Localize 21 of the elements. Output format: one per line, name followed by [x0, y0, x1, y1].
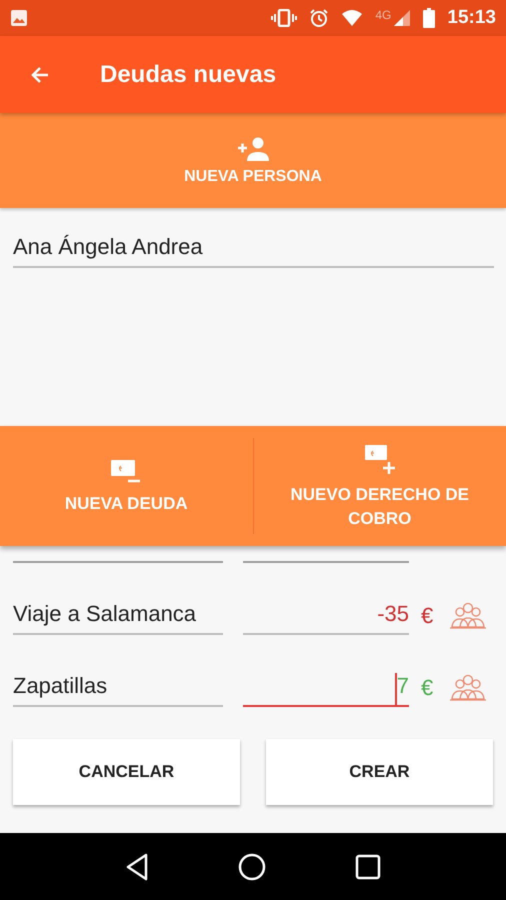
action-button[interactable]: CREAR: [266, 739, 493, 805]
network-label: 4G: [375, 8, 392, 22]
clock: 15:13: [447, 7, 496, 29]
image-icon: [10, 9, 28, 27]
battery-icon: [423, 8, 436, 28]
name-field[interactable]: Ana Ángela Andrea: [13, 234, 494, 268]
vibrate-icon: [271, 9, 298, 27]
signal-icon: [393, 9, 412, 27]
back-icon[interactable]: [124, 852, 149, 880]
currency-label: €: [421, 603, 434, 630]
concept-field[interactable]: Viaje a Salamanca: [13, 601, 223, 635]
toolbar-title: Deudas nuevas: [100, 60, 276, 88]
amount-field[interactable]: -35: [243, 601, 409, 635]
home-icon[interactable]: [238, 852, 266, 880]
action-button[interactable]: CANCELAR: [13, 739, 240, 805]
concept-field[interactable]: Zapatillas: [13, 673, 223, 707]
add-person-icon: [236, 136, 270, 162]
recents-icon[interactable]: [355, 854, 382, 880]
alarm-icon: [309, 8, 330, 28]
wifi-icon: [341, 9, 364, 27]
currency-label: €: [421, 675, 434, 702]
